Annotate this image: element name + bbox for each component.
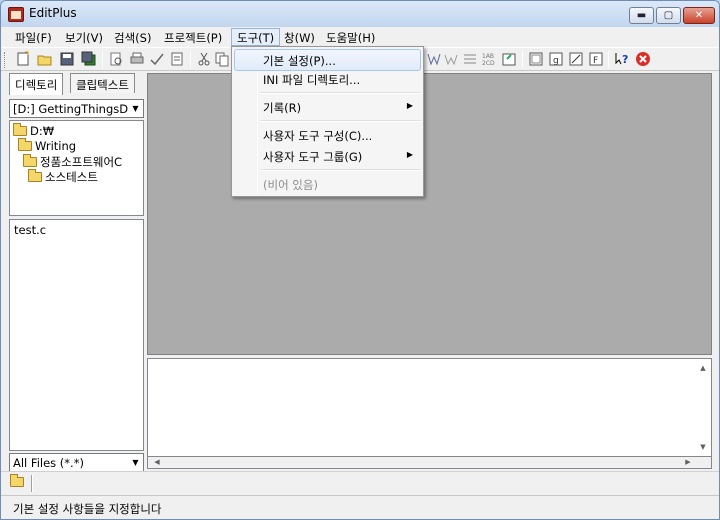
folder-open-icon (18, 138, 32, 151)
scroll-up-icon[interactable]: ▲ (695, 361, 711, 375)
menu-separator (260, 92, 421, 94)
tree-item-label: 정품소프트웨어C (40, 155, 123, 169)
menu-item-label: INI 파일 디렉토리... (263, 73, 361, 87)
document-tab-bar (1, 471, 719, 493)
open-folder-icon[interactable] (37, 51, 53, 67)
line-numbers-icon[interactable] (462, 51, 478, 67)
word-wrap-icon[interactable] (425, 51, 441, 67)
file-filter-select[interactable]: All Files (*.*) ▼ (9, 453, 144, 472)
tab-directory[interactable]: 디렉토리 (9, 73, 64, 95)
submenu-arrow-icon: ▶ (406, 150, 413, 159)
editplus-window: EditPlus ▬ ▢ ✕ 파일(F) 보기(V) 검색(S) 프로젝트(P)… (0, 0, 720, 520)
directory-tree[interactable]: D:₩ Writing 정품소프트웨어C 소스테스트 (9, 120, 144, 216)
toolbar-separator (190, 51, 191, 68)
menu-help[interactable]: 도움말(H) (321, 28, 380, 46)
save-all-icon[interactable] (81, 51, 97, 67)
menu-separator (260, 120, 421, 122)
menu-separator (260, 169, 421, 171)
svg-text:?: ? (622, 53, 628, 66)
fullscreen-icon[interactable] (528, 51, 544, 67)
toggle-output-icon[interactable] (501, 51, 517, 67)
tree-item[interactable]: 정품소프트웨어C (23, 154, 122, 169)
svg-text:g: g (553, 56, 559, 66)
chevron-down-icon[interactable]: ▼ (128, 454, 143, 471)
window-title: EditPlus (29, 6, 77, 20)
tools-menu-dropdown: 기본 설정(P)... INI 파일 디렉토리... 기록(R) ▶ 사용자 도… (231, 46, 424, 197)
menu-search[interactable]: 검색(S) (109, 28, 156, 46)
drive-select[interactable]: [D:] GettingThingsDor ▼ (9, 99, 144, 118)
folder-icon[interactable] (10, 474, 24, 487)
list-item[interactable]: test.c (14, 223, 46, 237)
folder-open-icon (28, 169, 42, 182)
toolbar-grip[interactable] (4, 52, 7, 68)
app-icon[interactable] (8, 7, 24, 22)
print-preview-icon[interactable] (108, 51, 124, 67)
tree-item-label: 소스테스트 (45, 170, 98, 184)
left-panel: 디렉토리 클립텍스트 [D:] GettingThingsDor ▼ D:₩ W… (6, 73, 144, 493)
file-list[interactable]: test.c (9, 219, 144, 451)
cut-icon[interactable] (196, 51, 212, 67)
help-icon[interactable]: ? (614, 51, 630, 67)
tree-item-label: Writing (35, 139, 77, 153)
spell-check-icon[interactable] (149, 51, 165, 67)
directory-icon[interactable]: F (588, 51, 604, 67)
menu-item-label: 기본 설정(P)... (263, 54, 336, 68)
document-selector-icon[interactable]: g (548, 51, 564, 67)
minimize-button[interactable]: ▬ (629, 7, 654, 24)
menu-item-label: 사용자 도구 구성(C)... (263, 129, 373, 143)
tree-item[interactable]: 소스테스트 (28, 169, 98, 184)
menu-item-user-tool-groups[interactable]: 사용자 도구 그룹(G) ▶ (234, 145, 421, 167)
tab-cliptext[interactable]: 클립텍스트 (70, 73, 135, 93)
properties-icon[interactable] (169, 51, 185, 67)
folder-open-icon (23, 154, 37, 167)
toolbar-separator (102, 51, 103, 68)
menu-file[interactable]: 파일(F) (10, 28, 57, 46)
menu-item-label: 기록(R) (263, 101, 302, 115)
scroll-left-icon[interactable]: ◀ (149, 457, 165, 468)
menu-project[interactable]: 프로젝트(P) (159, 28, 227, 46)
menu-bar: 파일(F) 보기(V) 검색(S) 프로젝트(P) 도구(T) 창(W) 도움말… (1, 27, 719, 47)
menu-item-record[interactable]: 기록(R) ▶ (234, 96, 421, 118)
stop-icon[interactable] (635, 51, 651, 67)
menu-view[interactable]: 보기(V) (60, 28, 108, 46)
svg-text:1AB: 1AB (482, 53, 494, 60)
tree-item[interactable]: D:₩ (13, 123, 55, 139)
tree-item[interactable]: Writing (18, 138, 77, 154)
menu-item-label: 사용자 도구 그룹(G) (263, 150, 363, 164)
submenu-arrow-icon: ▶ (406, 101, 413, 110)
document-tab-separator (31, 475, 33, 492)
status-bar: 기본 설정 사항들을 지정합니다 (1, 495, 719, 519)
print-icon[interactable] (129, 51, 145, 67)
file-filter-value: All Files (*.*) (13, 456, 84, 470)
wrap-indicator-icon[interactable] (443, 51, 459, 67)
chevron-down-icon[interactable]: ▼ (128, 100, 143, 117)
svg-text:2CD: 2CD (482, 60, 495, 67)
column-select-icon[interactable]: 1AB 2CD (481, 51, 497, 67)
copy-icon[interactable] (215, 51, 231, 67)
tree-item-label: D:₩ (30, 124, 55, 138)
title-bar[interactable]: EditPlus ▬ ▢ ✕ (1, 1, 719, 27)
menu-item-empty: (비어 있음) (234, 173, 421, 195)
vertical-scrollbar[interactable]: ▲ ▼ (695, 359, 711, 456)
menu-item-configure-user-tools[interactable]: 사용자 도구 구성(C)... (234, 124, 421, 146)
menu-tools[interactable]: 도구(T) (231, 28, 281, 46)
new-file-icon[interactable] (15, 51, 31, 67)
horizontal-scrollbar[interactable]: ◀ ▶ (147, 457, 712, 469)
toolbar-separator (608, 51, 609, 68)
menu-item-label: (비어 있음) (263, 178, 318, 192)
close-button[interactable]: ✕ (683, 7, 715, 24)
folder-open-icon (13, 123, 27, 136)
maximize-button[interactable]: ▢ (656, 7, 681, 24)
scroll-right-icon[interactable]: ▶ (680, 457, 696, 468)
drive-select-value: [D:] GettingThingsDor (13, 102, 140, 116)
svg-text:F: F (593, 56, 598, 66)
output-window[interactable]: ▲ ▼ (147, 358, 712, 457)
cliptext-icon[interactable] (568, 51, 584, 67)
save-icon[interactable] (59, 51, 75, 67)
scroll-down-icon[interactable]: ▼ (695, 440, 711, 454)
toolbar-separator (522, 51, 523, 68)
status-text: 기본 설정 사항들을 지정합니다 (13, 502, 162, 516)
menu-item-ini-directory[interactable]: INI 파일 디렉토리... (234, 68, 421, 90)
menu-window[interactable]: 창(W) (279, 28, 320, 46)
